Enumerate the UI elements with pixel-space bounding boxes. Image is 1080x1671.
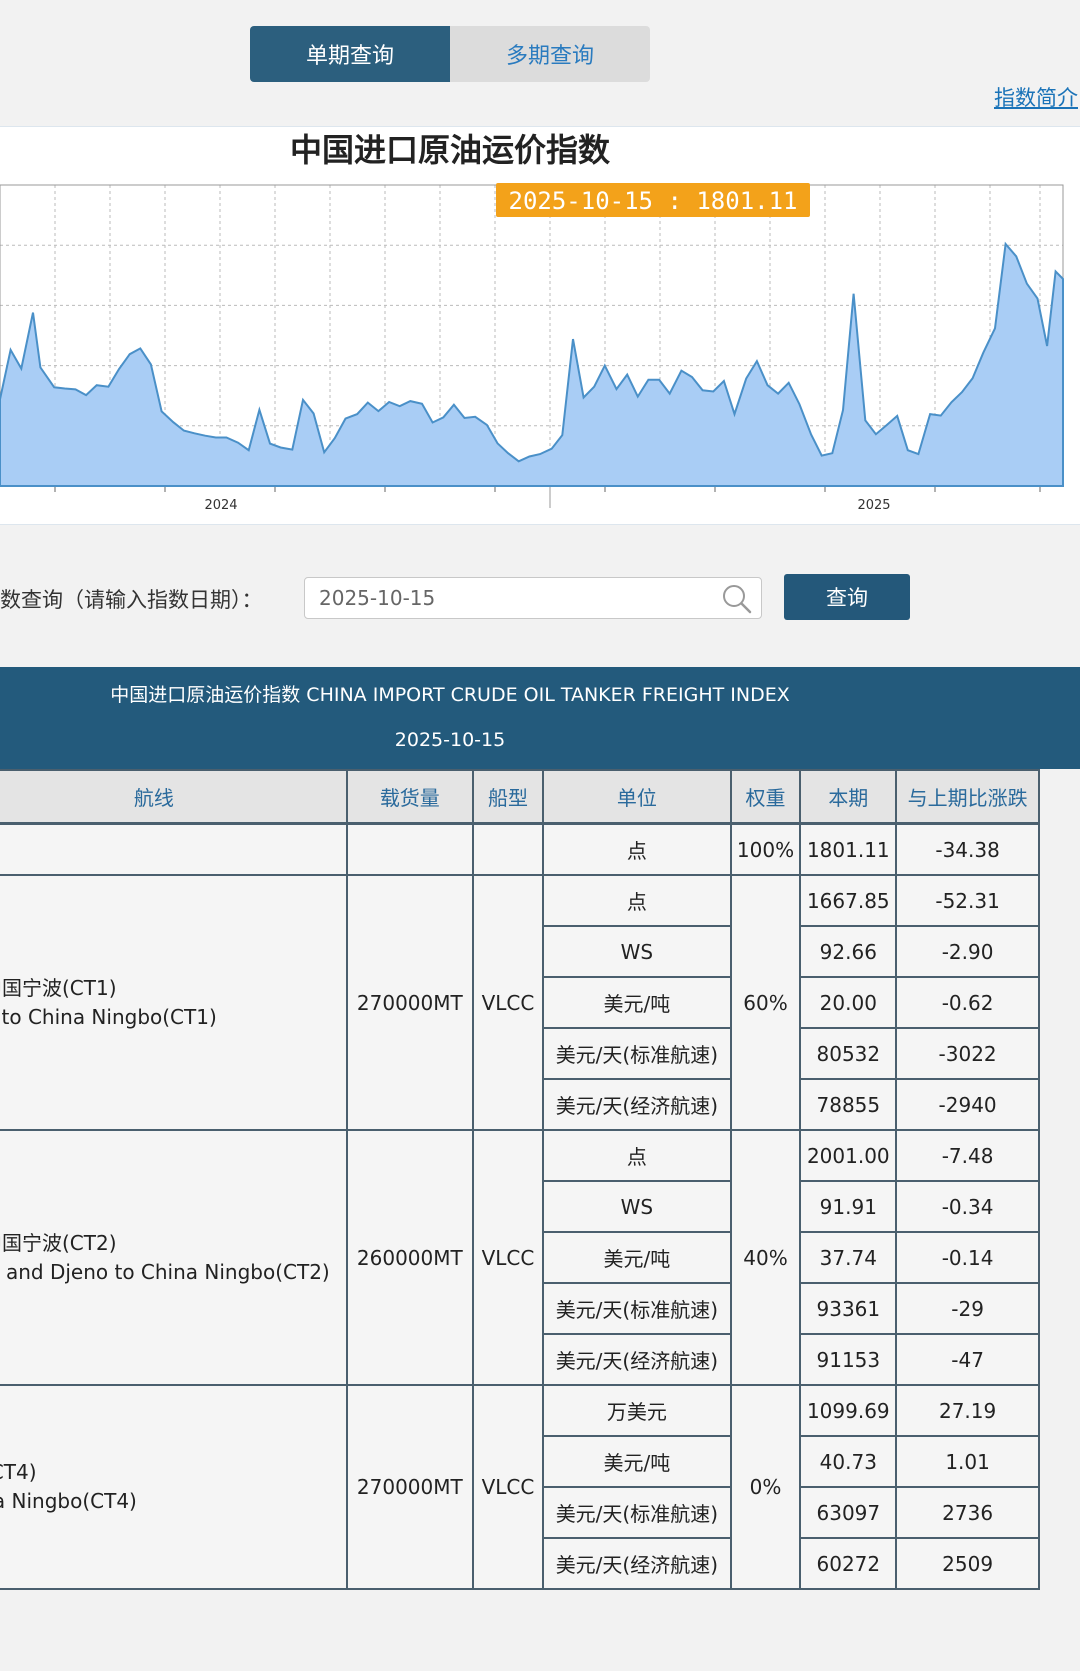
ship-type-cell: VLCC (471, 874, 545, 1131)
value-cell: 1801.11 (799, 822, 898, 876)
value-cell: 80532 (799, 1027, 898, 1080)
route-name-cn: 波(CT4) (0, 1460, 37, 1484)
chart-title: 中国进口原油运价指数 (290, 131, 611, 169)
column-header: 本期 (799, 769, 898, 825)
column-header: 单位 (542, 769, 732, 825)
freight-index-table: 航线载货量船型单位权重本期与上期比涨跌点100%1801.11-34.38一中国… (0, 769, 1040, 1590)
unit-cell: 美元/天(经济航速) (542, 1537, 732, 1590)
load-cell: 270000MT (345, 1384, 474, 1590)
date-search-box (304, 577, 762, 619)
route-name-en: ura to China Ningbo(CT1) (0, 1004, 217, 1029)
change-cell: -52.31 (895, 874, 1040, 927)
change-cell: -34.38 (895, 822, 1040, 876)
change-cell: -2.90 (895, 925, 1040, 978)
table-title: 中国进口原油运价指数 CHINA IMPORT CRUDE OIL TANKER… (110, 684, 790, 706)
route-cell: 一中国宁波(CT2) ngo and Djeno to China Ningbo(… (0, 1129, 348, 1386)
index-area-series (0, 241, 1064, 487)
unit-cell: WS (542, 925, 732, 978)
weight-cell: 40% (729, 1129, 802, 1386)
weight-cell: 0% (729, 1384, 802, 1590)
change-cell: -2940 (895, 1078, 1040, 1131)
value-cell: 91.91 (799, 1180, 898, 1233)
value-cell: 37.74 (799, 1231, 898, 1284)
change-cell: -0.62 (895, 976, 1040, 1029)
value-cell: 93361 (799, 1282, 898, 1335)
search-icon[interactable] (721, 583, 753, 615)
load-cell: 270000MT (345, 874, 474, 1131)
unit-cell: 点 (542, 874, 732, 927)
ship-type-cell: VLCC (471, 1129, 545, 1386)
freight-index-chart: 中国进口原油运价指数 2025-10-15 : 1801.11 2024 202… (0, 131, 1064, 513)
route-cell: 一中国宁波(CT1) ura to China Ningbo(CT1) (0, 874, 348, 1131)
change-cell: 2509 (895, 1537, 1040, 1590)
date-input[interactable] (319, 586, 699, 610)
column-header: 载货量 (345, 769, 474, 825)
table-row: 一中国宁波(CT1) ura to China Ningbo(CT1) 270000… (0, 874, 1040, 1131)
load-cell: 260000MT (345, 1129, 474, 1386)
value-cell: 92.66 (799, 925, 898, 978)
value-cell: 63097 (799, 1486, 898, 1539)
query-button[interactable]: 查询 (784, 574, 910, 620)
table-row: 点 100% 1801.11 -34.38 (0, 822, 1040, 876)
route-name-en: ngo and Djeno to China Ningbo(CT2) (0, 1259, 330, 1284)
change-cell: -47 (895, 1333, 1040, 1386)
value-cell: 1667.85 (799, 874, 898, 927)
route-name-en: hina Ningbo(CT4) (0, 1489, 137, 1513)
unit-cell: 点 (542, 822, 732, 876)
change-cell: -3022 (895, 1027, 1040, 1080)
weight-cell: 60% (729, 874, 802, 1131)
change-cell: -0.34 (895, 1180, 1040, 1233)
x-tick-label-2025: 2025 (857, 498, 890, 513)
route-name-cn: 一中国宁波(CT1) (0, 975, 117, 1000)
weight-cell: 100% (729, 822, 802, 876)
change-cell: -0.14 (895, 1231, 1040, 1284)
column-header: 与上期比涨跌 (895, 769, 1040, 825)
table-date: 2025-10-15 (394, 729, 506, 751)
table-row: 一中国宁波(CT2) ngo and Djeno to China Ningbo(… (0, 1129, 1040, 1386)
column-header: 权重 (729, 769, 802, 825)
value-cell: 78855 (799, 1078, 898, 1131)
change-cell: -7.48 (895, 1129, 1040, 1182)
value-cell: 2001.00 (799, 1129, 898, 1182)
table-header-row: 航线 载货量 船型 单位 权重 本期 与上期比涨跌 (0, 769, 1040, 825)
ship-type-cell: VLCC (471, 1384, 545, 1590)
value-cell: 20.00 (799, 976, 898, 1029)
unit-cell: 美元/吨 (542, 1231, 732, 1284)
route-cell: 波(CT4) hina Ningbo(CT4) (0, 1384, 348, 1590)
change-cell: 27.19 (895, 1384, 1040, 1437)
x-tick-label-2024: 2024 (204, 498, 237, 513)
value-cell: 40.73 (799, 1435, 898, 1488)
change-cell: 2736 (895, 1486, 1040, 1539)
value-cell: 60272 (799, 1537, 898, 1590)
query-tabs: 单期查询 多期查询 (250, 26, 650, 82)
unit-cell: 美元/天(经济航速) (542, 1078, 732, 1131)
unit-cell: 万美元 (542, 1384, 732, 1437)
index-intro-link[interactable]: 指数简介 (994, 82, 1078, 112)
table-row: 波(CT4)hina Ningbo(CT4)270000MTVLCC万美元0%1… (0, 1384, 1040, 1590)
column-header: 船型 (471, 769, 545, 825)
unit-cell: 美元/天(标准航速) (542, 1486, 732, 1539)
unit-cell: 点 (542, 1129, 732, 1182)
route-name-cn: 一中国宁波(CT2) (0, 1230, 117, 1255)
chart-panel: 中国进口原油运价指数 2025-10-15 : 1801.11 2024 202… (0, 126, 1080, 525)
unit-cell: 美元/吨 (542, 1435, 732, 1488)
unit-cell: 美元/天(标准航速) (542, 1282, 732, 1335)
unit-cell: 美元/天(经济航速) (542, 1333, 732, 1386)
change-cell: 1.01 (895, 1435, 1040, 1488)
value-cell: 1099.69 (799, 1384, 898, 1437)
tab-multi-period[interactable]: 多期查询 (450, 26, 650, 82)
tooltip-text: 2025-10-15 : 1801.11 (509, 187, 798, 215)
unit-cell: WS (542, 1180, 732, 1233)
column-header: 航线 (0, 769, 348, 825)
change-cell: -29 (895, 1282, 1040, 1335)
search-label: 数查询（请输入指数日期）： (0, 588, 263, 612)
tab-single-period[interactable]: 单期查询 (250, 26, 450, 82)
unit-cell: 美元/天(标准航速) (542, 1027, 732, 1080)
table-title-bar: 中国进口原油运价指数 CHINA IMPORT CRUDE OIL TANKER… (0, 667, 1080, 769)
unit-cell: 美元/吨 (542, 976, 732, 1029)
value-cell: 91153 (799, 1333, 898, 1386)
